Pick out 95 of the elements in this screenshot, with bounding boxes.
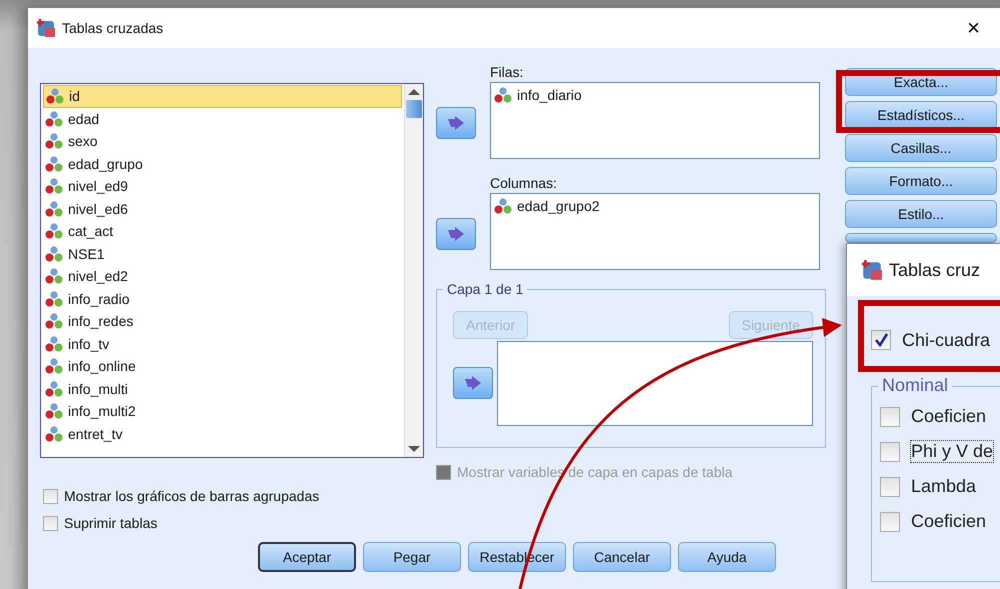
checkbox[interactable] — [880, 512, 900, 532]
variable-icon — [45, 223, 63, 240]
close-button[interactable]: × — [963, 17, 984, 39]
arrow-icon — [447, 116, 465, 130]
dialog-button[interactable]: Cancelar — [573, 542, 671, 572]
variable-icon — [494, 87, 512, 103]
variable-item[interactable]: entret_tv — [43, 422, 402, 445]
variable-icon — [45, 110, 63, 127]
side-button[interactable]: Estilo... — [845, 200, 997, 228]
variable-name: info_diario — [517, 87, 582, 103]
variable-name: nivel_ed2 — [68, 268, 128, 284]
variable-icon — [45, 133, 63, 150]
variable-icon — [46, 88, 64, 104]
field-label: Filas: — [489, 64, 524, 82]
variable-item[interactable]: nivel_ed6 — [43, 198, 402, 220]
variable-name: cat_act — [68, 223, 114, 240]
variable-icon — [45, 358, 63, 374]
layer-list[interactable] — [497, 341, 813, 426]
variable-name: info_radio — [68, 290, 130, 307]
scrollbar[interactable] — [404, 84, 423, 457]
move-right-button[interactable] — [436, 107, 476, 139]
variable-name: nivel_ed9 — [68, 178, 128, 194]
variable-item[interactable]: NSE1 — [43, 242, 402, 265]
checkbox-label: Lambda — [910, 475, 978, 498]
field-label: Columnas: — [489, 175, 558, 193]
table-icon — [36, 18, 56, 38]
checkbox-label: Mostrar variables de capa en capas de tabla — [457, 464, 732, 480]
variable-name: edad_grupo — [68, 156, 143, 172]
variable-item[interactable]: nivel_ed9 — [43, 175, 402, 198]
checkbox[interactable] — [880, 476, 900, 496]
checkbox-label: Coeficien — [910, 510, 988, 533]
variable-name: info_tv — [68, 336, 110, 352]
side-button[interactable]: Casillas... — [845, 134, 997, 162]
checkbox[interactable] — [880, 406, 900, 426]
checkbox-label: Mostrar los gráficos de barras agrupadas — [64, 488, 320, 504]
variable-item[interactable]: sexo — [43, 130, 402, 152]
side-button[interactable]: Formato... — [845, 167, 997, 195]
variable-name: info_online — [68, 358, 136, 374]
variable-name: sexo — [68, 133, 98, 150]
move-right-button[interactable] — [453, 367, 493, 399]
variable-icon — [45, 403, 63, 420]
variable-name: info_multi — [68, 380, 128, 397]
variable-item[interactable]: info_multi — [43, 378, 402, 400]
arrow-icon — [447, 227, 465, 241]
arrow-icon — [464, 376, 482, 390]
side-button[interactable]: Estadísticos... — [845, 101, 997, 129]
variable-item[interactable]: info_redes — [43, 310, 402, 332]
table-icon — [861, 259, 883, 281]
variable-icon — [45, 178, 63, 194]
variable-item[interactable]: info_tv — [43, 332, 402, 355]
columns-list[interactable]: edad_grupo2 — [490, 193, 820, 270]
variable-item[interactable]: info_online — [43, 355, 402, 378]
variable-icon — [45, 156, 63, 172]
checkbox-label: Coeficien — [910, 405, 988, 428]
variable-item[interactable]: info_multi2 — [43, 400, 402, 422]
variable-item[interactable]: nivel_ed2 — [43, 265, 402, 288]
variable-name: edad — [68, 110, 100, 127]
variable-icon — [494, 198, 512, 214]
window-title: Tablas cruz — [889, 260, 980, 280]
variable-icon — [45, 336, 63, 352]
variable-icon — [45, 426, 63, 442]
variable-icon — [45, 380, 63, 397]
checkbox-label: Suprimir tablas — [64, 515, 158, 531]
variable-item[interactable]: info_radio — [43, 288, 402, 310]
variable-icon — [45, 268, 63, 284]
variable-name: entret_tv — [68, 426, 122, 442]
checkbox-label: Chi-cuadra — [901, 328, 992, 352]
move-right-button[interactable] — [436, 218, 476, 250]
checkbox[interactable] — [871, 330, 891, 350]
variable-icon — [45, 290, 63, 307]
checkbox[interactable] — [43, 488, 58, 504]
variable-icon — [45, 313, 63, 330]
dialog-button[interactable]: Aceptar — [258, 542, 356, 572]
rows-list[interactable]: info_diario — [490, 82, 820, 159]
dialog-button[interactable]: Pegar — [363, 542, 461, 572]
variable-item[interactable]: id — [43, 85, 402, 108]
variable-icon — [45, 200, 63, 217]
window-title: Tablas cruzadas — [62, 20, 164, 36]
variable-name: info_multi2 — [68, 403, 136, 420]
variable-name: info_redes — [68, 313, 134, 330]
variable-name: edad_grupo2 — [517, 198, 600, 214]
side-button[interactable] — [845, 233, 997, 243]
variable-name: nivel_ed6 — [68, 200, 128, 217]
variable-icon — [45, 246, 63, 262]
variable-name: NSE1 — [68, 246, 105, 262]
checkbox[interactable] — [43, 516, 58, 530]
group-title: Capa 1 de 1 — [443, 281, 528, 297]
variable-item[interactable]: cat_act — [43, 220, 402, 242]
dialog-button[interactable]: Ayuda — [678, 542, 776, 572]
variable-item[interactable]: edad_grupo — [43, 152, 402, 175]
checkbox[interactable] — [880, 442, 900, 462]
variable-name: id — [69, 88, 80, 104]
variable-item[interactable]: edad — [43, 108, 402, 130]
variable-list[interactable]: id edad sexo edad_grupo nivel_ed9 nivel_ed6 cat_act NSE1 nivel_ed2 info_radio info_redes info_tv info_online info_multi info_multi2 entret_tv — [40, 83, 424, 458]
checkbox-label: Phi y V de — [910, 440, 994, 463]
